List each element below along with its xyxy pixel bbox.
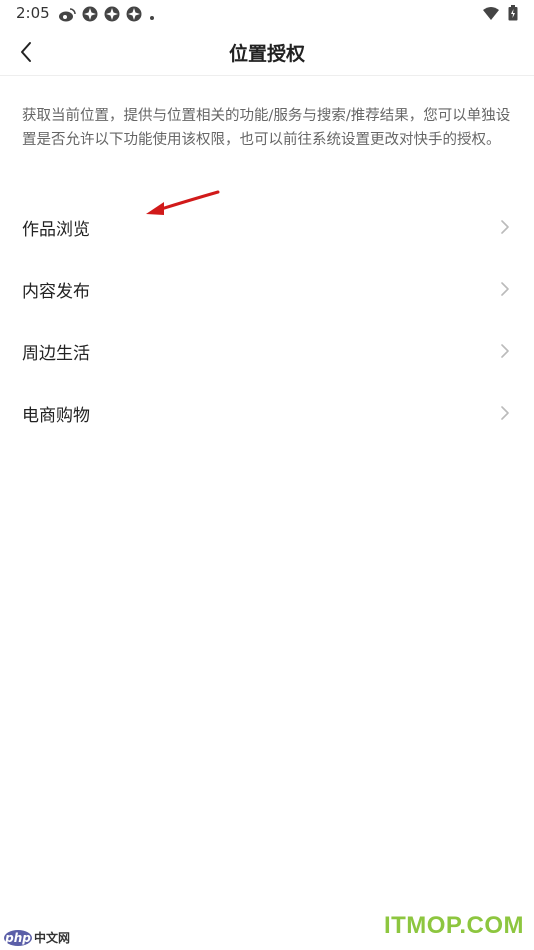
php-watermark: php 中文网 — [4, 929, 70, 946]
list-item-label: 作品浏览 — [22, 219, 90, 240]
battery-icon — [508, 5, 518, 25]
list-item-label: 周边生活 — [22, 343, 90, 364]
app-icon — [82, 6, 98, 26]
chevron-right-icon — [500, 405, 512, 421]
php-watermark-text: 中文网 — [34, 931, 71, 945]
system-icons — [482, 5, 518, 25]
notification-icons — [58, 6, 156, 26]
list-item-ecommerce-shopping[interactable]: 电商购物 — [0, 382, 534, 444]
list-item-label: 电商购物 — [22, 405, 90, 426]
chevron-right-icon — [500, 219, 512, 235]
chevron-right-icon — [500, 343, 512, 359]
list-item-content-publish[interactable]: 内容发布 — [0, 258, 534, 320]
weibo-icon — [58, 7, 76, 26]
wifi-icon — [482, 6, 500, 25]
page-title: 位置授权 — [228, 43, 305, 65]
itmop-watermark: ITMOP.COM — [383, 912, 524, 939]
dot-icon — [148, 7, 156, 26]
status-time: 2:05 — [16, 4, 50, 22]
nav-bar: 位置授权 — [0, 28, 534, 76]
app-icon — [104, 6, 120, 26]
app-icon — [126, 6, 142, 26]
chevron-right-icon — [500, 281, 512, 297]
list-item-browse-works[interactable]: 作品浏览 — [0, 196, 534, 258]
status-bar: 2:05 — [0, 0, 534, 28]
permission-description: 获取当前位置，提供与位置相关的功能/服务与搜索/推荐结果，您可以单独设置是否允许… — [22, 108, 511, 148]
settings-list: 作品浏览 内容发布 周边生活 电商购物 — [0, 196, 534, 444]
list-item-nearby-life[interactable]: 周边生活 — [0, 320, 534, 382]
php-logo: php — [4, 929, 32, 946]
list-item-label: 内容发布 — [22, 281, 90, 302]
